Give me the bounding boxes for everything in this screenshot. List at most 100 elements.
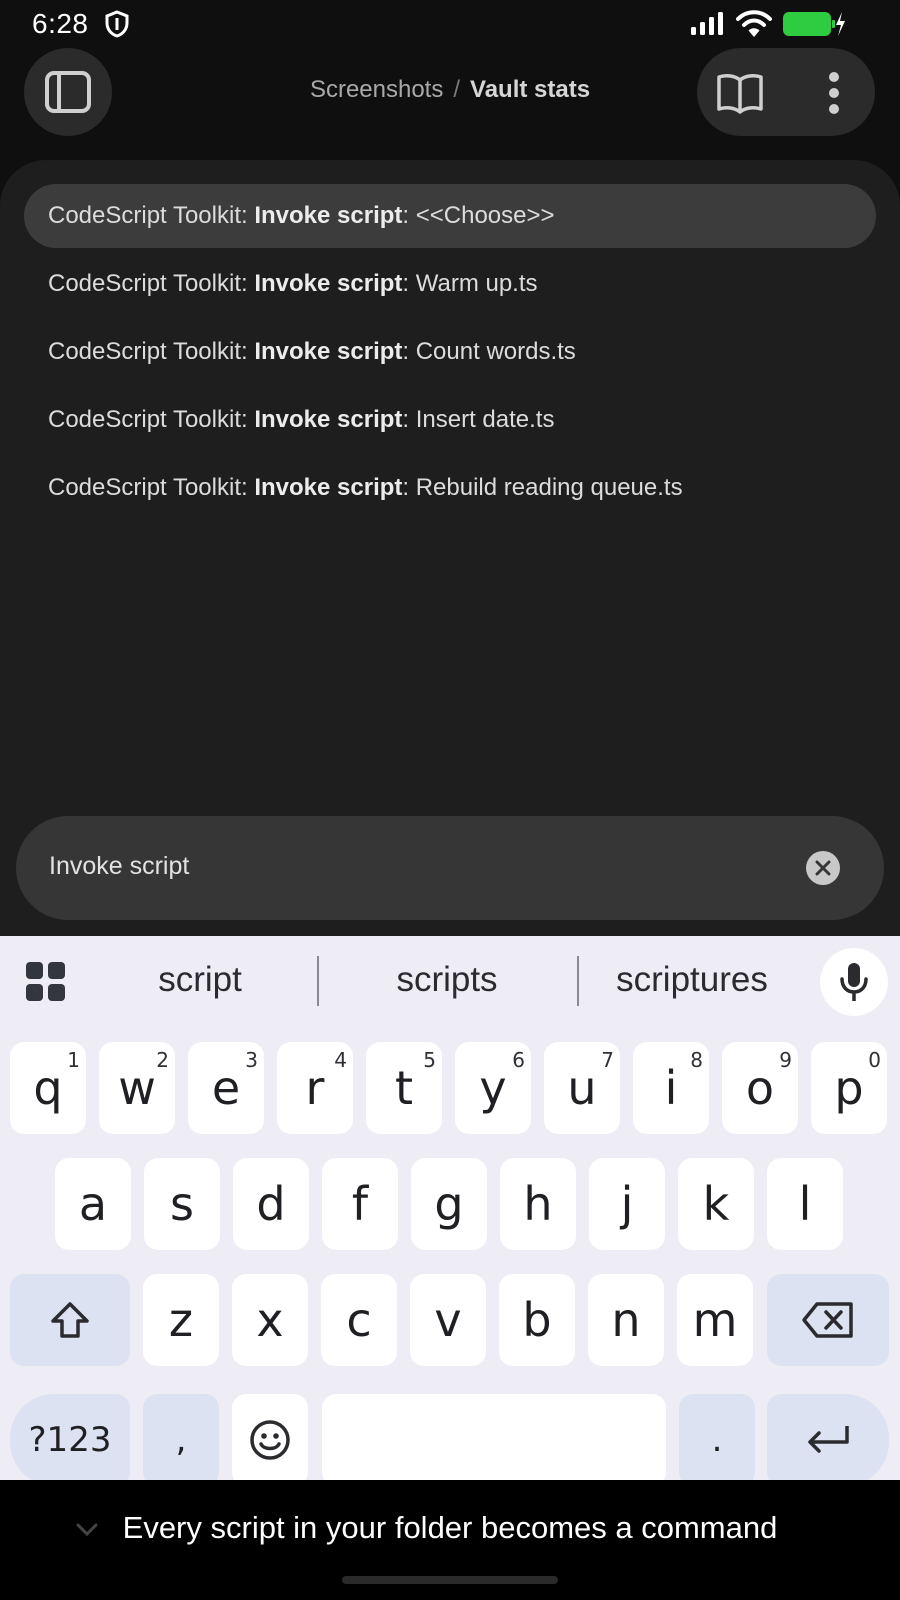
keyboard-suggestion-strip: script scripts scriptures xyxy=(0,936,900,1028)
letter-key[interactable]: m xyxy=(677,1274,753,1366)
search-input[interactable]: Invoke script xyxy=(49,852,189,881)
voice-input-button[interactable] xyxy=(820,948,888,1016)
symbols-key[interactable]: ?123 xyxy=(10,1394,130,1486)
grid-icon[interactable] xyxy=(26,962,66,1002)
letter-key[interactable]: a xyxy=(55,1158,131,1250)
keyboard-suggestion[interactable]: script xyxy=(120,960,280,1000)
letter-key[interactable]: w2 xyxy=(99,1042,175,1134)
status-bar: 6:28 xyxy=(0,0,900,46)
letter-key[interactable]: l xyxy=(767,1158,843,1250)
key-number-hint: 2 xyxy=(156,1048,169,1072)
letter-key[interactable]: c xyxy=(321,1274,397,1366)
suggestion-suffix: : Insert date.ts xyxy=(402,406,555,433)
signal-icon xyxy=(691,12,723,35)
emoji-key[interactable] xyxy=(232,1394,308,1486)
key-letter: d xyxy=(256,1177,286,1231)
reading-view-button[interactable] xyxy=(713,66,767,120)
letter-key[interactable]: d xyxy=(233,1158,309,1250)
suggestion-prefix: CodeScript Toolkit: xyxy=(48,202,255,229)
clear-search-button[interactable] xyxy=(806,851,840,885)
backspace-key[interactable] xyxy=(767,1274,889,1366)
suggestion-match: Invoke script xyxy=(254,338,403,365)
key-letter: y xyxy=(479,1061,507,1115)
letter-key[interactable]: f xyxy=(322,1158,398,1250)
letter-key[interactable]: j xyxy=(589,1158,665,1250)
letter-key[interactable]: s xyxy=(144,1158,220,1250)
suggestion-prefix: CodeScript Toolkit: xyxy=(48,270,255,297)
shift-key[interactable] xyxy=(10,1274,130,1366)
key-letter: v xyxy=(434,1293,462,1347)
command-suggestion[interactable]: CodeScript Toolkit: Invoke script: Inser… xyxy=(24,388,876,452)
key-letter: l xyxy=(798,1177,812,1231)
command-suggestion[interactable]: CodeScript Toolkit: Invoke script: Warm … xyxy=(24,252,876,316)
command-suggestion[interactable]: CodeScript Toolkit: Invoke script: Count… xyxy=(24,320,876,384)
key-letter: f xyxy=(351,1177,369,1231)
suggestion-match: Invoke script xyxy=(254,406,403,433)
letter-key[interactable]: i8 xyxy=(633,1042,709,1134)
suggestion-suffix: : <<Choose>> xyxy=(402,202,555,229)
key-number-hint: 3 xyxy=(245,1048,258,1072)
key-letter: t xyxy=(394,1061,414,1115)
letter-key[interactable]: g xyxy=(411,1158,487,1250)
letter-key[interactable]: q1 xyxy=(10,1042,86,1134)
key-letter: a xyxy=(78,1177,108,1231)
letter-key[interactable]: n xyxy=(588,1274,664,1366)
key-letter: e xyxy=(211,1061,241,1115)
suggestion-match: Invoke script xyxy=(254,474,403,501)
letter-key[interactable]: r4 xyxy=(277,1042,353,1134)
key-letter: j xyxy=(620,1177,634,1231)
key-letter: s xyxy=(170,1177,194,1231)
key-letter: x xyxy=(256,1293,284,1347)
letter-key[interactable]: u7 xyxy=(544,1042,620,1134)
key-letter: h xyxy=(523,1177,553,1231)
enter-key[interactable] xyxy=(767,1394,889,1486)
suggestion-suffix: : Count words.ts xyxy=(402,338,576,365)
suggestion-prefix: CodeScript Toolkit: xyxy=(48,474,255,501)
home-indicator[interactable] xyxy=(342,1576,558,1584)
letter-key[interactable]: o9 xyxy=(722,1042,798,1134)
key-letter: p xyxy=(834,1061,864,1115)
suggestion-suffix: : Warm up.ts xyxy=(402,270,538,297)
keyboard-suggestion[interactable]: scripts xyxy=(370,960,524,1000)
letter-key[interactable]: h xyxy=(500,1158,576,1250)
enter-icon xyxy=(808,1426,849,1453)
space-key[interactable] xyxy=(322,1394,666,1486)
more-options-button[interactable] xyxy=(807,66,861,120)
suggestion-divider xyxy=(317,956,319,1006)
key-letter: n xyxy=(611,1293,641,1347)
key-number-hint: 9 xyxy=(779,1048,792,1072)
letter-key[interactable]: x xyxy=(232,1274,308,1366)
screen: 6:28 Screenshots / Vault stats CodeScrip… xyxy=(0,0,900,1600)
letter-key[interactable]: z xyxy=(143,1274,219,1366)
keyboard-suggestion[interactable]: scriptures xyxy=(602,960,782,1000)
suggestion-match: Invoke script xyxy=(254,202,403,229)
status-time: 6:28 xyxy=(32,8,89,39)
letter-key[interactable]: y6 xyxy=(455,1042,531,1134)
command-search-box[interactable]: Invoke script xyxy=(16,816,884,920)
letter-key[interactable]: b xyxy=(499,1274,575,1366)
clear-icon xyxy=(815,860,831,876)
wifi-icon xyxy=(736,10,772,37)
breadcrumb-folder[interactable]: Screenshots xyxy=(310,76,443,103)
key-letter: r xyxy=(305,1061,325,1115)
suggestion-match: Invoke script xyxy=(254,270,403,297)
caption-bar: Every script in your folder becomes a co… xyxy=(0,1480,900,1600)
letter-key[interactable]: p0 xyxy=(811,1042,887,1134)
suggestion-prefix: CodeScript Toolkit: xyxy=(48,406,255,433)
command-suggestion[interactable]: CodeScript Toolkit: Invoke script: Rebui… xyxy=(24,456,876,520)
breadcrumb-file[interactable]: Vault stats xyxy=(470,76,590,103)
comma-key[interactable]: , xyxy=(143,1394,219,1486)
letter-key[interactable]: v xyxy=(410,1274,486,1366)
key-letter: i xyxy=(664,1061,678,1115)
key-number-hint: 5 xyxy=(423,1048,436,1072)
period-key[interactable]: . xyxy=(679,1394,755,1486)
breadcrumb-separator: / xyxy=(453,76,461,103)
command-suggestion[interactable]: CodeScript Toolkit: Invoke script: <<Cho… xyxy=(24,184,876,248)
letter-key[interactable]: k xyxy=(678,1158,754,1250)
key-letter: m xyxy=(692,1293,738,1347)
key-number-hint: 6 xyxy=(512,1048,525,1072)
command-palette: CodeScript Toolkit: Invoke script: <<Cho… xyxy=(0,160,900,936)
letter-key[interactable]: e3 xyxy=(188,1042,264,1134)
letter-key[interactable]: t5 xyxy=(366,1042,442,1134)
suggestion-suffix: : Rebuild reading queue.ts xyxy=(402,474,683,501)
